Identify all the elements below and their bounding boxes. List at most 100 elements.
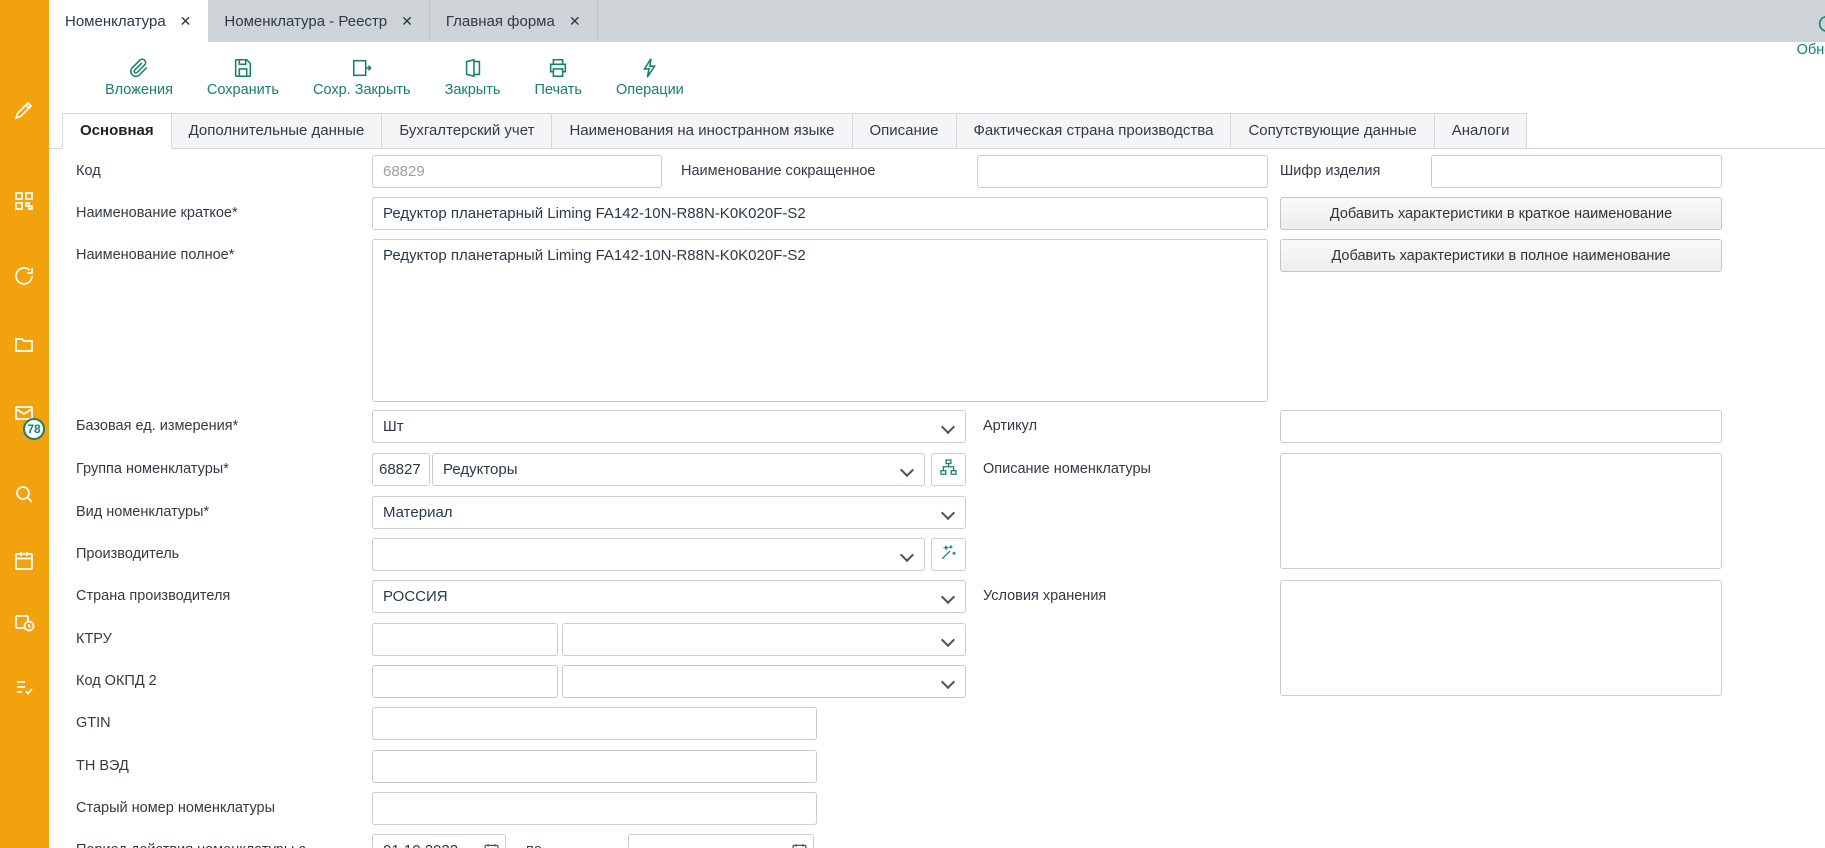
tab-fakticheskaya-strana[interactable]: Фактическая страна производства [957, 113, 1232, 149]
form-tab-strip: Основная Дополнительные данные Бухгалтер… [49, 113, 1825, 149]
door-exit-icon [462, 57, 484, 79]
code-label: Код [76, 163, 101, 179]
refresh-button[interactable]: Обно [1767, 0, 1825, 71]
old-number-label: Старый номер номенклатуры [76, 800, 275, 816]
tab-inostrannye-naimenovaniya[interactable]: Наименования на иностранном языке [552, 113, 852, 149]
tab-osnovnaya[interactable]: Основная [62, 113, 172, 149]
name-full-label: Наименование полное* [76, 247, 234, 263]
tab-dopolnitelnye-dannye[interactable]: Дополнительные данные [172, 113, 383, 149]
chevron-down-icon [941, 675, 955, 689]
refresh-label: Обно [1797, 42, 1825, 58]
window-tab-nomenclature[interactable]: Номенклатура ✕ [49, 0, 208, 42]
kind-value: Материал [383, 504, 453, 521]
tab-soputstvuyushchie[interactable]: Сопутствующие данные [1231, 113, 1434, 149]
validity-to-label: по [526, 842, 542, 848]
storage-textarea[interactable] [1280, 580, 1722, 696]
save-close-label: Сохр. Закрыть [313, 82, 411, 98]
close-tab-icon[interactable]: ✕ [180, 13, 192, 30]
okpd2-code-input[interactable] [372, 665, 558, 698]
group-label: Группа номенклатуры* [76, 461, 229, 477]
application-window: 78 Номенклатура ✕ Номенклатура - Реестр … [0, 0, 1825, 848]
tab-analogi[interactable]: Аналоги [1435, 113, 1528, 149]
manufacturer-select[interactable] [372, 538, 925, 571]
sidebar: 78 [0, 0, 49, 848]
short-title-input[interactable] [977, 155, 1268, 188]
base-unit-label: Базовая ед. измерения* [76, 418, 238, 434]
calendar-picker-icon[interactable] [791, 842, 808, 848]
group-code-input[interactable] [372, 453, 430, 486]
form-main: Код Наименование сокращенное Шифр издели… [49, 149, 1825, 848]
name-short-input[interactable] [372, 197, 1268, 230]
main-area: Номенклатура ✕ Номенклатура - Реестр ✕ Г… [49, 0, 1825, 848]
save-button[interactable]: Сохранить [207, 57, 279, 98]
manufacturer-label: Производитель [76, 546, 179, 562]
kind-label: Вид номенклатуры* [76, 504, 209, 520]
chevron-down-icon [900, 548, 914, 562]
tab-opisanie[interactable]: Описание [853, 113, 957, 149]
window-tab-label: Номенклатура - Реестр [224, 13, 387, 30]
calendar-icon[interactable] [12, 549, 36, 573]
chevron-down-icon [941, 590, 955, 604]
tasks-checklist-icon[interactable] [12, 676, 36, 700]
validity-to-input[interactable] [628, 834, 814, 848]
nom-description-textarea[interactable] [1280, 453, 1722, 569]
lightning-icon [639, 57, 661, 79]
refresh-circular-icon [1792, 13, 1825, 39]
add-characteristics-full-button[interactable]: Добавить характеристики в полное наимено… [1280, 239, 1722, 272]
tnved-input[interactable] [372, 750, 817, 783]
base-unit-select[interactable]: Шт [372, 410, 966, 443]
cipher-input[interactable] [1431, 155, 1722, 188]
attachments-label: Вложения [105, 82, 173, 98]
ktru-code-input[interactable] [372, 623, 558, 656]
close-tab-icon[interactable]: ✕ [569, 13, 581, 30]
validity-label: Период действия номенклатуры с [76, 842, 306, 848]
close-tab-icon[interactable]: ✕ [401, 13, 413, 30]
gtin-input[interactable] [372, 707, 817, 740]
ktru-label: КТРУ [76, 631, 112, 647]
nom-description-label: Описание номенклатуры [983, 461, 1151, 477]
base-unit-value: Шт [383, 418, 404, 435]
print-button[interactable]: Печать [534, 57, 582, 98]
refresh-icon[interactable] [12, 264, 36, 288]
printer-icon [547, 57, 569, 79]
kind-select[interactable]: Материал [372, 496, 966, 529]
operations-button[interactable]: Операции [616, 57, 684, 98]
operations-label: Операции [616, 82, 684, 98]
edit-pencil-icon[interactable] [12, 98, 36, 122]
article-input[interactable] [1280, 410, 1722, 443]
window-tab-main-form[interactable]: Главная форма ✕ [430, 0, 598, 42]
short-title-label: Наименование сокращенное [681, 163, 875, 179]
country-label: Страна производителя [76, 588, 230, 604]
save-close-button[interactable]: Сохр. Закрыть [313, 57, 411, 98]
name-full-textarea[interactable] [372, 239, 1268, 402]
window-tab-bar: Номенклатура ✕ Номенклатура - Реестр ✕ Г… [49, 0, 1825, 42]
storage-label: Условия хранения [983, 588, 1106, 604]
add-characteristics-short-button[interactable]: Добавить характеристики в краткое наимен… [1280, 197, 1722, 230]
tree-hierarchy-icon [939, 458, 958, 482]
attachments-button[interactable]: Вложения [105, 57, 173, 98]
search-icon[interactable] [12, 482, 36, 506]
window-tab-nomenclature-registry[interactable]: Номенклатура - Реестр ✕ [208, 0, 429, 42]
ktru-select[interactable] [562, 623, 966, 656]
group-value: Редукторы [443, 461, 518, 478]
gtin-label: GTIN [76, 715, 111, 731]
okpd2-select[interactable] [562, 665, 966, 698]
close-label: Закрыть [445, 82, 501, 98]
country-select[interactable]: РОССИЯ [372, 580, 966, 613]
calendar-picker-icon[interactable] [483, 842, 500, 848]
magic-wand-icon [939, 543, 958, 567]
manufacturer-wizard-button[interactable] [931, 538, 966, 571]
close-button[interactable]: Закрыть [445, 57, 501, 98]
unread-count-badge[interactable]: 78 [23, 418, 45, 440]
qr-grid-icon[interactable] [12, 189, 36, 213]
tab-buhgalterskiy-uchet[interactable]: Бухгалтерский учет [382, 113, 552, 149]
box-clock-icon[interactable] [12, 610, 36, 634]
country-value: РОССИЯ [383, 588, 448, 605]
folder-icon[interactable] [12, 333, 36, 357]
print-label: Печать [534, 82, 582, 98]
chevron-down-icon [900, 463, 914, 477]
chevron-down-icon [941, 420, 955, 434]
group-select[interactable]: Редукторы [432, 453, 925, 486]
group-tree-picker-button[interactable] [931, 453, 966, 486]
old-number-input[interactable] [372, 792, 817, 825]
